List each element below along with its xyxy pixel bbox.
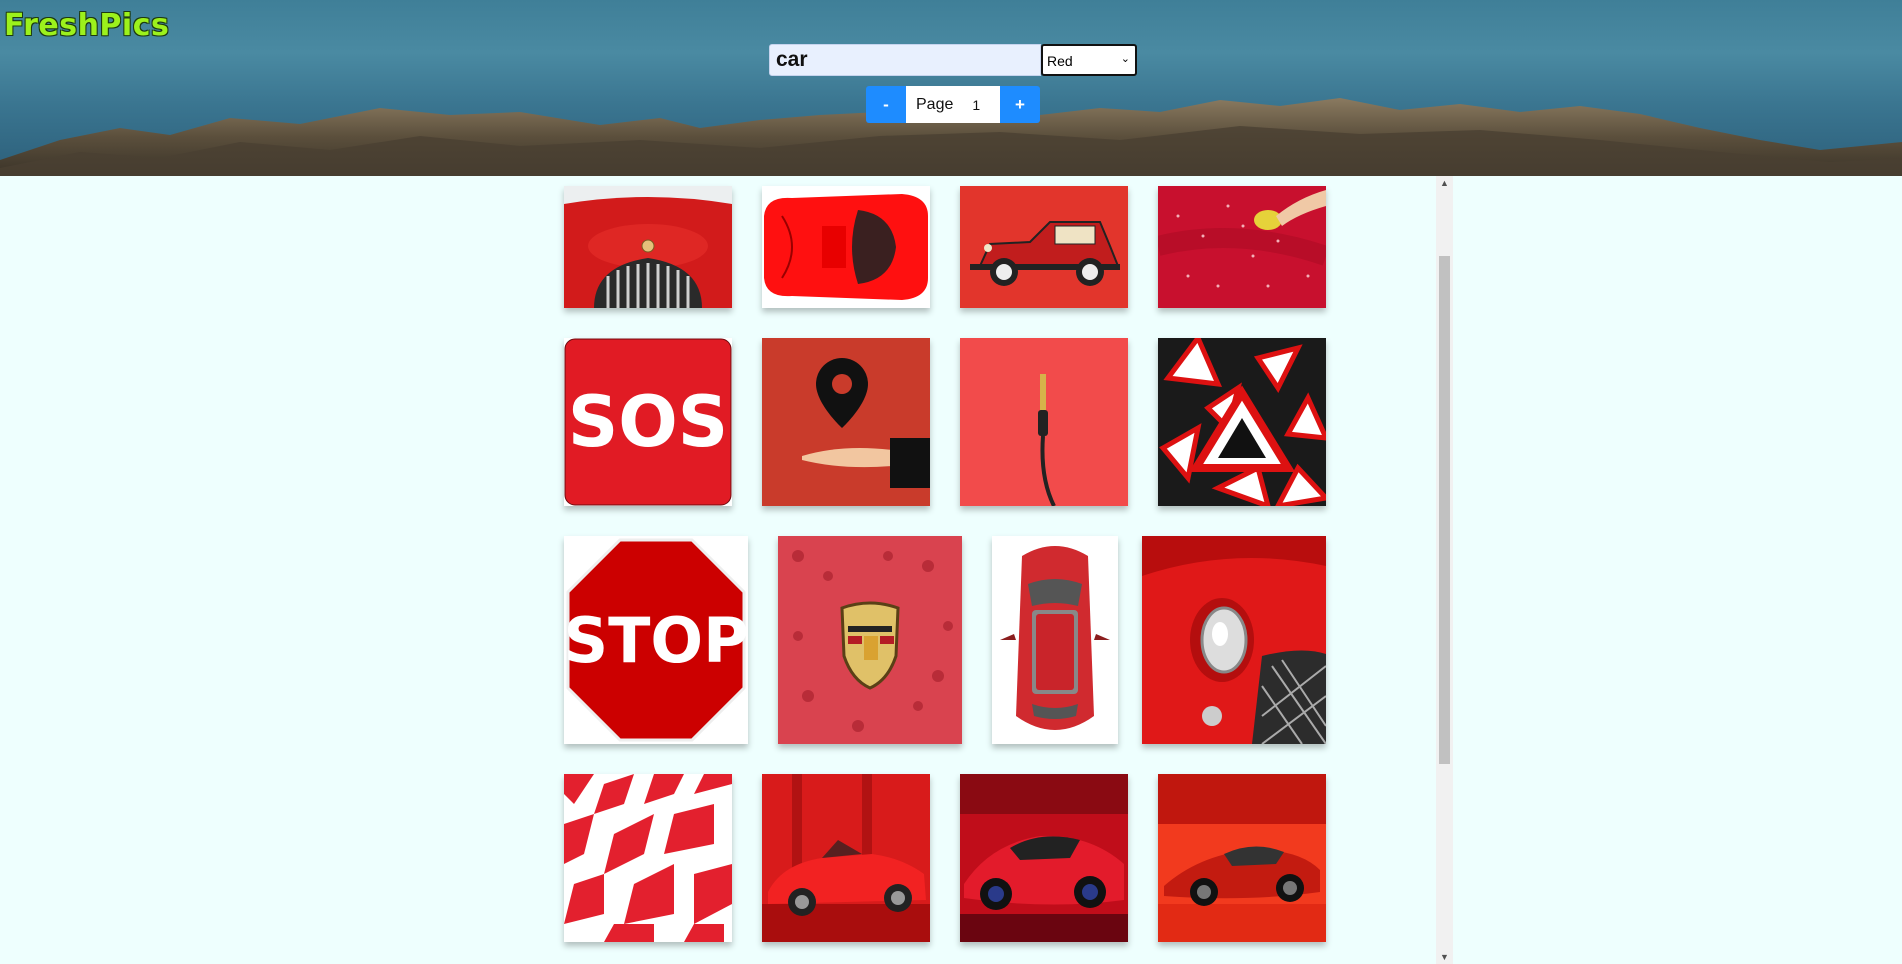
scroll-up-icon[interactable]: ▲	[1440, 178, 1449, 188]
image-tile-red-vintage-car[interactable]	[960, 186, 1128, 308]
image-tile-sos-sign[interactable]: SOS	[564, 338, 732, 506]
chevron-down-icon: ⌄	[1120, 53, 1130, 65]
image-tile-red-concept-car[interactable]	[960, 774, 1128, 942]
image-tile-red-car-headlight[interactable]	[1142, 536, 1326, 744]
image-tile-location-pin-hand[interactable]	[762, 338, 930, 506]
image-tile-audio-jack-cable[interactable]	[960, 338, 1128, 506]
search-bar: Red ⌄	[769, 44, 1137, 76]
image-gallery: SOS STOP	[548, 176, 1452, 964]
image-tile-red-supercar[interactable]	[1158, 774, 1326, 942]
image-tile-porsche-emblem[interactable]	[778, 536, 962, 744]
next-page-button[interactable]: +	[1000, 86, 1040, 123]
search-input[interactable]	[769, 44, 1041, 76]
page-number[interactable]: 1	[972, 97, 980, 113]
scrollbar-thumb[interactable]	[1439, 256, 1450, 764]
image-tile-red-classic-car-grille[interactable]	[564, 186, 732, 308]
image-tile-red-sports-car-topview[interactable]	[762, 186, 930, 308]
page-label: Page	[916, 95, 954, 113]
site-logo[interactable]: FreshPics	[4, 8, 169, 43]
header-banner: FreshPics Red ⌄ - Page 1 +	[0, 0, 1902, 176]
image-tile-stop-sign[interactable]: STOP	[564, 536, 748, 744]
image-tile-warning-triangles-pattern[interactable]	[1158, 338, 1326, 506]
color-filter-select[interactable]: Red ⌄	[1041, 44, 1137, 76]
pagination: - Page 1 +	[866, 86, 1040, 123]
scrollbar[interactable]: ▲ ▼	[1436, 176, 1453, 964]
image-tile-red-car-topview[interactable]	[992, 536, 1118, 744]
image-tile-red-convertible[interactable]	[762, 774, 930, 942]
scroll-down-icon[interactable]: ▼	[1440, 952, 1449, 962]
previous-page-button[interactable]: -	[866, 86, 906, 123]
page-indicator: Page 1	[906, 86, 1000, 123]
sos-text: SOS	[568, 381, 728, 463]
color-filter-value: Red	[1047, 53, 1073, 69]
image-tile-red-checkered-pattern[interactable]	[564, 774, 732, 942]
stop-text: STOP	[564, 604, 748, 677]
image-tile-red-car-wash[interactable]	[1158, 186, 1326, 308]
